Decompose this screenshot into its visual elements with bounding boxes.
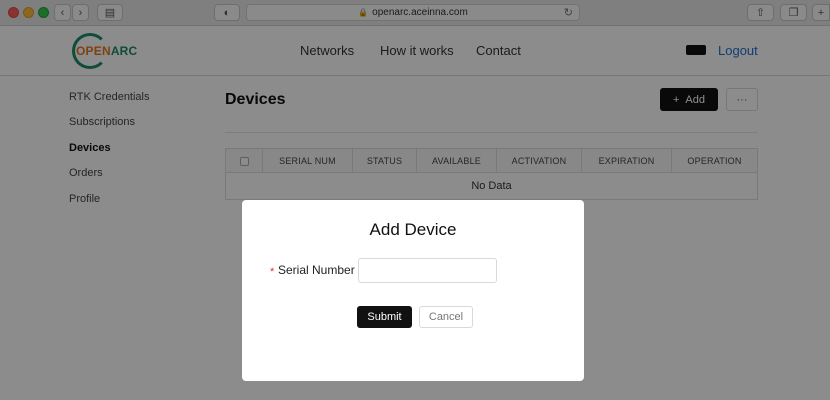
required-mark: * (270, 266, 275, 278)
modal-title: Add Device (369, 220, 457, 239)
serial-number-input[interactable] (358, 258, 497, 283)
add-device-modal: Add Device * Serial Number Submit Cancel (242, 200, 584, 381)
cancel-button[interactable]: Cancel (419, 306, 473, 328)
serial-number-label: Serial Number (278, 263, 355, 277)
submit-button[interactable]: Submit (357, 306, 412, 328)
